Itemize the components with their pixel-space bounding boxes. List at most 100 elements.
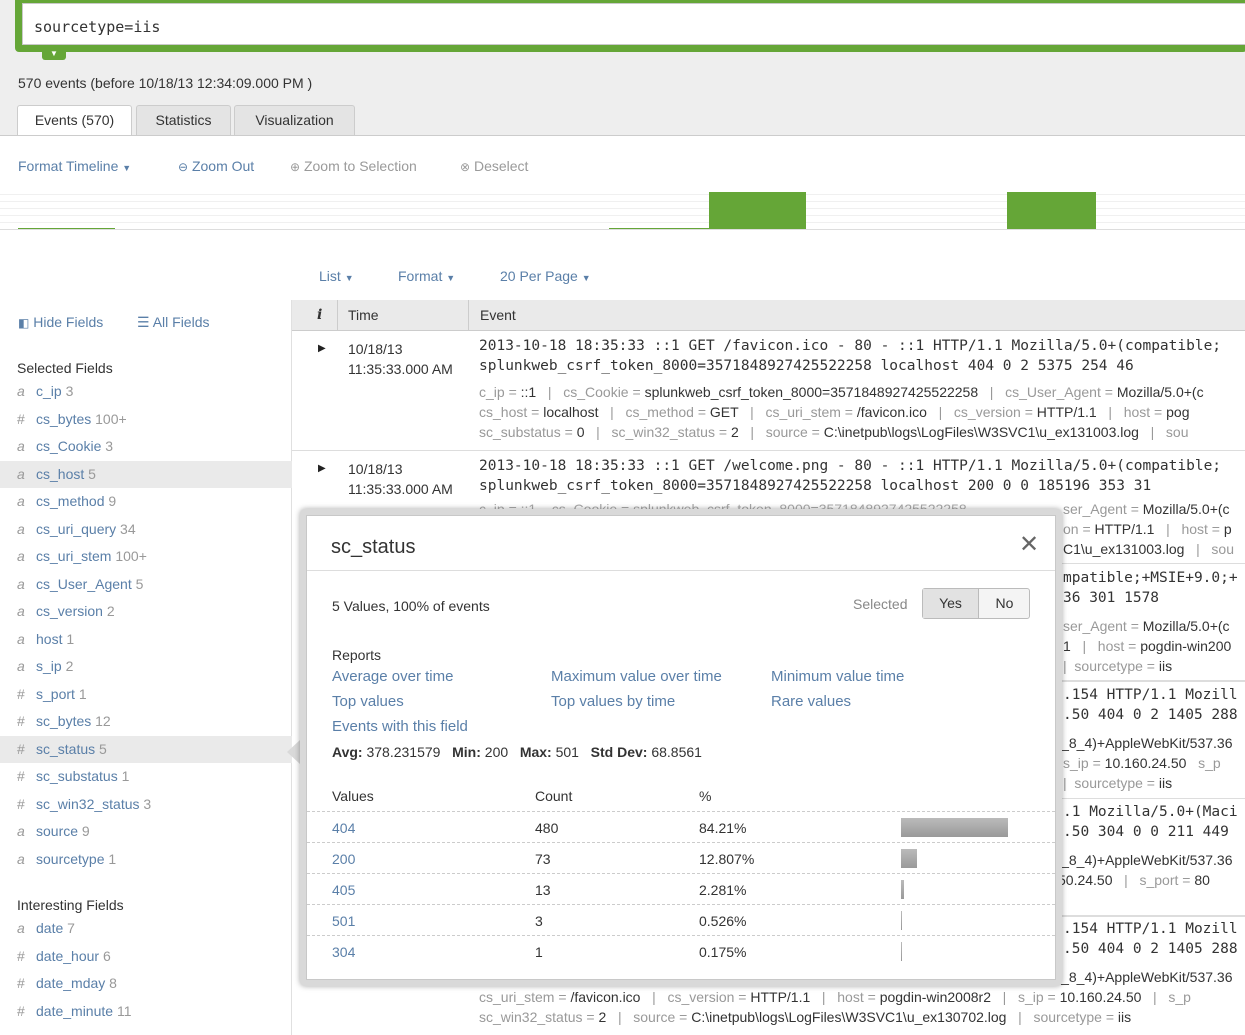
field-item-cs_uri_query[interactable]: a cs_uri_query 34	[0, 516, 292, 543]
field-item-s_ip[interactable]: a s_ip 2	[0, 653, 292, 680]
field-value[interactable]: splunkweb_csrf_token_8000=35718489274255…	[645, 384, 979, 400]
field-value[interactable]: Mozilla/5.0+(c	[1143, 618, 1230, 634]
field-value[interactable]: HTTP/1.1	[750, 989, 810, 1005]
report-link-rare-values[interactable]: Rare values	[771, 693, 851, 710]
event-raw-fragment: .154 HTTP/1.1 Mozill	[1063, 921, 1238, 937]
zoom-out-button[interactable]: ⊖ Zoom Out	[178, 158, 254, 174]
zoom-to-selection-button[interactable]: ⊕ Zoom to Selection	[290, 158, 417, 174]
field-item-date_mday[interactable]: # date_mday 8	[0, 970, 292, 997]
field-item-date_hour[interactable]: # date_hour 6	[0, 943, 292, 970]
field-item-cs_bytes[interactable]: # cs_bytes 100+	[0, 406, 292, 433]
field-item-date_minute[interactable]: # date_minute 11	[0, 998, 292, 1025]
field-item-c_ip[interactable]: a c_ip 3	[0, 378, 292, 405]
value-link[interactable]: 501	[332, 913, 355, 929]
event-fields-line: cs_uri_stem = /favicon.ico | cs_version …	[479, 989, 1191, 1005]
value-percent-bar	[901, 849, 918, 868]
field-value[interactable]: HTTP/1.1	[1095, 521, 1155, 537]
field-key: cs_host	[479, 404, 528, 420]
no-button[interactable]: No	[979, 589, 1030, 618]
field-value[interactable]: ::1	[521, 384, 537, 400]
timeline-bar[interactable]	[1007, 192, 1096, 229]
field-value[interactable]: pogdin-win2008r2	[880, 989, 991, 1005]
field-value[interactable]: C:\inetpub\logs\LogFiles\W3SVC1\u_ex1307…	[691, 1009, 1006, 1025]
field-item-host[interactable]: a host 1	[0, 626, 292, 653]
value-link[interactable]: 404	[332, 820, 355, 836]
close-icon[interactable]: ✕	[1019, 530, 1039, 559]
field-name: date_mday 8	[36, 975, 117, 991]
field-value[interactable]: /favicon.ico	[857, 404, 927, 420]
tab-events[interactable]: Events (570)	[17, 105, 132, 136]
field-value[interactable]: 10.160.24.50	[1105, 755, 1187, 771]
field-value[interactable]: 10.160.24.50	[1060, 989, 1142, 1005]
tab-statistics[interactable]: Statistics	[136, 105, 231, 135]
field-name: sourcetype 1	[36, 850, 117, 867]
list-dropdown[interactable]: List ▼	[319, 268, 354, 284]
all-fields-button[interactable]: ☰ All Fields	[137, 314, 209, 331]
field-value[interactable]: C1\u_ex131003.log	[1063, 541, 1184, 557]
field-item-cs_uri_stem[interactable]: a cs_uri_stem 100+	[0, 543, 292, 570]
tab-visualization[interactable]: Visualization	[234, 105, 355, 135]
field-value[interactable]: p	[1224, 521, 1232, 537]
value-percent-bar	[901, 911, 902, 930]
field-item-cs_host[interactable]: a cs_host 5	[0, 460, 292, 488]
field-value[interactable]: iis	[1159, 658, 1172, 674]
field-item-cs_method[interactable]: a cs_method 9	[0, 488, 292, 515]
expand-row-icon[interactable]: ▶	[318, 463, 326, 474]
field-type-icon: #	[17, 768, 25, 784]
field-value[interactable]: pog	[1166, 404, 1189, 420]
field-value[interactable]: iis	[1159, 775, 1172, 791]
field-key: sourcetype	[1074, 658, 1143, 674]
event-fields-line: sc_win32_status = 2 | source = C:\inetpu…	[479, 1009, 1132, 1025]
field-value[interactable]: 1	[1063, 638, 1071, 654]
field-value[interactable]: C:\inetpub\logs\LogFiles\W3SVC1\u_ex1310…	[824, 424, 1139, 440]
report-link-top-by-time[interactable]: Top values by time	[551, 693, 675, 710]
format-timeline-button[interactable]: Format Timeline ▼	[18, 158, 131, 174]
field-item-sc_win32_status[interactable]: # sc_win32_status 3	[0, 791, 292, 818]
field-key: host	[1097, 638, 1125, 654]
field-value[interactable]: localhost	[543, 404, 598, 420]
report-link-events-with-field[interactable]: Events with this field	[332, 718, 468, 735]
field-item-date[interactable]: a date 7	[0, 915, 292, 942]
timeline-bar[interactable]	[709, 192, 806, 229]
value-link[interactable]: 200	[332, 851, 355, 867]
value-link[interactable]: 304	[332, 944, 355, 960]
report-link-average[interactable]: Average over time	[332, 668, 453, 685]
field-value[interactable]: /favicon.ico	[570, 989, 640, 1005]
search-input[interactable]: sourcetype=iis	[22, 3, 1245, 45]
field-name: date_minute 11	[36, 1002, 132, 1019]
field-value[interactable]: Mozilla/5.0+(c	[1117, 384, 1204, 400]
field-item-cs_Cookie[interactable]: a cs_Cookie 3	[0, 433, 292, 460]
field-item-sc_substatus[interactable]: # sc_substatus 1	[0, 763, 292, 790]
expand-row-icon[interactable]: ▶	[318, 343, 326, 354]
field-key: cs_version	[667, 989, 735, 1005]
field-value[interactable]: GET	[710, 404, 739, 420]
search-expand-caret-icon[interactable]: ▼	[42, 48, 66, 60]
field-item-s_port[interactable]: # s_port 1	[0, 681, 292, 708]
field-item-source[interactable]: a source 9	[0, 818, 292, 845]
field-value[interactable]: iis	[1118, 1009, 1131, 1025]
field-value[interactable]: pogdin-win200	[1140, 638, 1231, 654]
event-timeline[interactable]	[0, 188, 1245, 230]
field-value[interactable]: 50.24.50	[1058, 872, 1113, 888]
field-value[interactable]: 80	[1194, 872, 1210, 888]
field-item-sc_status[interactable]: # sc_status 5	[0, 735, 292, 763]
col-time-header[interactable]: Time	[348, 307, 379, 323]
report-link-maximum[interactable]: Maximum value over time	[551, 668, 722, 685]
field-item-sc_bytes[interactable]: # sc_bytes 12	[0, 708, 292, 735]
field-item-cs_User_Agent[interactable]: a cs_User_Agent 5	[0, 571, 292, 598]
field-name: cs_method 9	[36, 493, 117, 509]
report-link-minimum[interactable]: Minimum value time	[771, 668, 904, 685]
hide-fields-button[interactable]: ◧ Hide Fields	[18, 314, 103, 330]
field-value[interactable]: Mozilla/5.0+(c	[1143, 501, 1230, 517]
event-time: 10/18/13 11:35:33.000 AM	[348, 461, 453, 497]
field-value[interactable]: 2	[731, 424, 739, 440]
yes-button[interactable]: Yes	[923, 589, 979, 618]
format-dropdown[interactable]: Format ▼	[398, 268, 455, 284]
field-value[interactable]: HTTP/1.1	[1037, 404, 1097, 420]
value-link[interactable]: 405	[332, 882, 355, 898]
field-item-sourcetype[interactable]: a sourcetype 1	[0, 846, 292, 873]
deselect-button[interactable]: ⊗ Deselect	[460, 158, 528, 174]
report-link-top-values[interactable]: Top values	[332, 693, 404, 710]
per-page-dropdown[interactable]: 20 Per Page ▼	[500, 268, 591, 284]
field-item-cs_version[interactable]: a cs_version 2	[0, 598, 292, 625]
